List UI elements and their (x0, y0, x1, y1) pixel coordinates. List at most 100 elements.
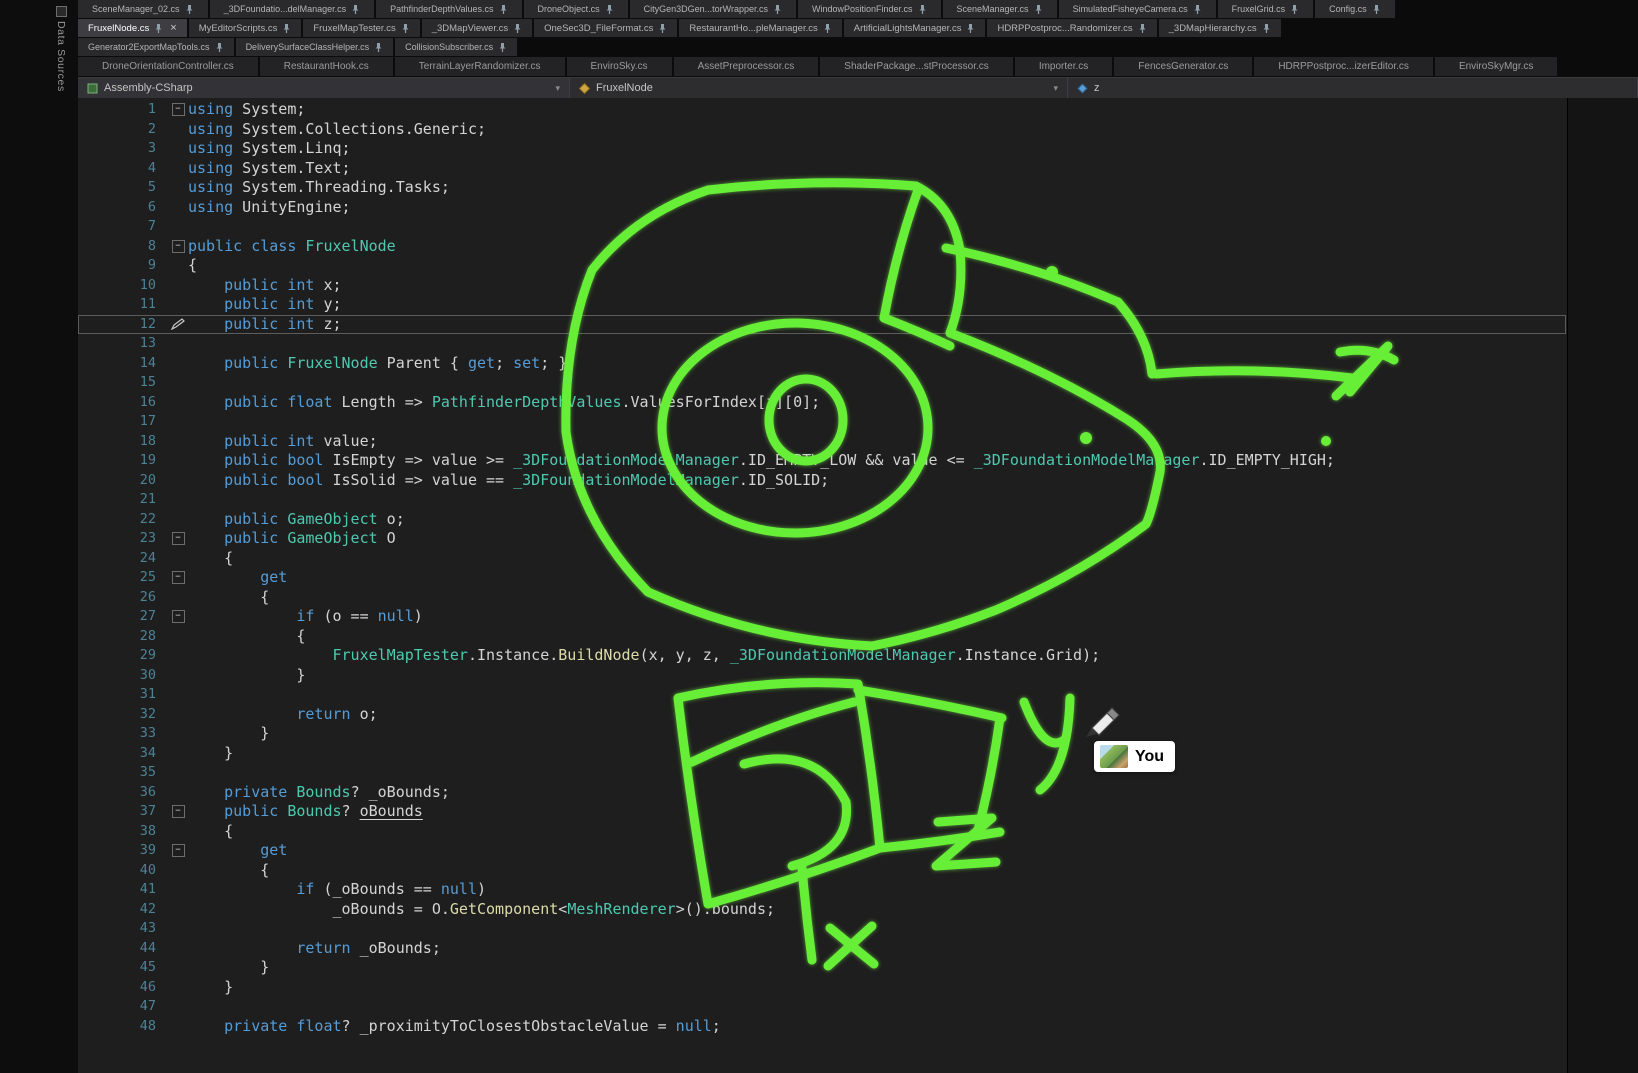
code-line[interactable]: 8−public class FruxelNode (78, 237, 1566, 257)
code-line[interactable]: 22 public GameObject o; (78, 510, 1566, 530)
type-dropdown[interactable]: FruxelNode ▾ (570, 78, 1068, 98)
code-line[interactable]: 18 public int value; (78, 432, 1566, 452)
code-line[interactable]: 23− public GameObject O (78, 529, 1566, 549)
code-line[interactable]: 9{ (78, 256, 1566, 276)
code-line[interactable]: 13 (78, 334, 1566, 354)
tab-shaderpackage-stprocessor-cs[interactable]: ShaderPackage...stProcessor.cs (820, 57, 1013, 76)
code-line[interactable]: 33 } (78, 724, 1566, 744)
tab-restaurantho-plemanager-cs[interactable]: RestaurantHo...pleManager.cs (679, 19, 841, 37)
code-line[interactable]: 39− get (78, 841, 1566, 861)
code-line[interactable]: 35 (78, 763, 1566, 783)
code-line[interactable]: 15 (78, 373, 1566, 393)
fold-marker[interactable]: − (168, 100, 188, 120)
code-line[interactable]: 19 public bool IsEmpty => value >= _3DFo… (78, 451, 1566, 471)
code-line[interactable]: 41 if (_oBounds == null) (78, 880, 1566, 900)
tab-hdrppostproc-izereditor-cs[interactable]: HDRPPostproc...izerEditor.cs (1254, 57, 1433, 76)
tab-scenemanager-cs[interactable]: SceneManager.cs (943, 0, 1057, 18)
code-line[interactable]: 16 public float Length => PathfinderDept… (78, 393, 1566, 413)
pin-icon[interactable] (966, 23, 975, 34)
tab-restauranthook-cs[interactable]: RestaurantHook.cs (260, 57, 393, 76)
code-line[interactable]: 21 (78, 490, 1566, 510)
pin-icon[interactable] (185, 4, 194, 15)
fold-marker[interactable]: − (168, 802, 188, 822)
code-line[interactable]: 48 private float? _proximityToClosestObs… (78, 1017, 1566, 1037)
pin-icon[interactable] (658, 23, 667, 34)
tab-fruxelnode-cs[interactable]: FruxelNode.cs× (78, 19, 187, 37)
tab-droneobject-cs[interactable]: DroneObject.cs (524, 0, 628, 18)
fold-marker[interactable]: − (168, 568, 188, 588)
code-line[interactable]: 17 (78, 412, 1566, 432)
code-line[interactable]: 28 { (78, 627, 1566, 647)
code-line[interactable]: 34 } (78, 744, 1566, 764)
tab-enviroskymgr-cs[interactable]: EnviroSkyMgr.cs (1435, 57, 1557, 76)
code-line[interactable]: 5using System.Threading.Tasks; (78, 178, 1566, 198)
fold-marker[interactable]: − (168, 237, 188, 257)
project-dropdown[interactable]: Assembly-CSharp ▾ (78, 78, 570, 98)
tab--3dmaphierarchy-cs[interactable]: _3DMapHierarchy.cs (1159, 19, 1281, 37)
code-line[interactable]: 24 { (78, 549, 1566, 569)
tab-importer-cs[interactable]: Importer.cs (1015, 57, 1112, 76)
code-line[interactable]: 31 (78, 685, 1566, 705)
pin-icon[interactable] (282, 23, 291, 34)
pin-icon[interactable] (1193, 4, 1202, 15)
code-line[interactable]: 14 public FruxelNode Parent { get; set; … (78, 354, 1566, 374)
tab-droneorientationcontroller-cs[interactable]: DroneOrientationController.cs (78, 57, 258, 76)
pin-icon[interactable] (1138, 23, 1147, 34)
code-line[interactable]: 43 (78, 919, 1566, 939)
code-line[interactable]: 30 } (78, 666, 1566, 686)
code-line[interactable]: 47 (78, 997, 1566, 1017)
code-line[interactable]: 36 private Bounds? _oBounds; (78, 783, 1566, 803)
pin-icon[interactable] (1262, 23, 1271, 34)
pin-icon[interactable] (1290, 4, 1299, 15)
pin-icon[interactable] (351, 4, 360, 15)
pin-icon[interactable] (215, 42, 224, 53)
code-line[interactable]: 20 public bool IsSolid => value == _3DFo… (78, 471, 1566, 491)
tab-windowpositionfinder-cs[interactable]: WindowPositionFinder.cs (798, 0, 941, 18)
code-line[interactable]: 10 public int x; (78, 276, 1566, 296)
tab-myeditorscripts-cs[interactable]: MyEditorScripts.cs (189, 19, 302, 37)
pin-icon[interactable] (823, 23, 832, 34)
code-line[interactable]: 32 return o; (78, 705, 1566, 725)
code-line[interactable]: 44 return _oBounds; (78, 939, 1566, 959)
tab-pathfinderdepthvalues-cs[interactable]: PathfinderDepthValues.cs (376, 0, 521, 18)
tab-fencesgenerator-cs[interactable]: FencesGenerator.cs (1114, 57, 1252, 76)
code-line[interactable]: 26 { (78, 588, 1566, 608)
code-line[interactable]: 29 FruxelMapTester.Instance.BuildNode(x,… (78, 646, 1566, 666)
tab-generator2exportmaptools-cs[interactable]: Generator2ExportMapTools.cs (78, 38, 234, 56)
pin-icon[interactable] (401, 23, 410, 34)
code-line[interactable]: 38 { (78, 822, 1566, 842)
tab-citygen3dgen-torwrapper-cs[interactable]: CityGen3DGen...torWrapper.cs (630, 0, 796, 18)
pin-icon[interactable] (499, 4, 508, 15)
pin-icon[interactable] (773, 4, 782, 15)
pin-icon[interactable] (513, 23, 522, 34)
tab-simulatedfisheyecamera-cs[interactable]: SimulatedFisheyeCamera.cs (1059, 0, 1216, 18)
code-line[interactable]: 37− public Bounds? oBounds (78, 802, 1566, 822)
tab--3dfoundatio-delmanager-cs[interactable]: _3DFoundatio...delManager.cs (210, 0, 375, 18)
tab-terrainlayerrandomizer-cs[interactable]: TerrainLayerRandomizer.cs (395, 57, 565, 76)
code-line[interactable]: 6using UnityEngine; (78, 198, 1566, 218)
member-dropdown[interactable]: z (1068, 78, 1638, 98)
tab-envirosky-cs[interactable]: EnviroSky.cs (567, 57, 672, 76)
close-icon[interactable]: × (170, 22, 176, 34)
code-line[interactable]: 12 public int z; (78, 315, 1566, 335)
tab-collisionsubscriber-cs[interactable]: CollisionSubscriber.cs (395, 38, 517, 56)
code-line[interactable]: 4using System.Text; (78, 159, 1566, 179)
tab-artificiallightsmanager-cs[interactable]: ArtificialLightsManager.cs (844, 19, 986, 37)
code-line[interactable]: 2using System.Collections.Generic; (78, 120, 1566, 140)
tab-config-cs[interactable]: Config.cs (1315, 0, 1395, 18)
pin-icon[interactable] (1372, 4, 1381, 15)
tab-hdrppostproc-randomizer-cs[interactable]: HDRPPostproc...Randomizer.cs (987, 19, 1156, 37)
code-line[interactable]: 40 { (78, 861, 1566, 881)
code-line[interactable]: 42 _oBounds = O.GetComponent<MeshRendere… (78, 900, 1566, 920)
pin-icon[interactable] (605, 4, 614, 15)
tab-onesec3d-fileformat-cs[interactable]: OneSec3D_FileFormat.cs (534, 19, 677, 37)
tab-fruxelgrid-cs[interactable]: FruxelGrid.cs (1218, 0, 1314, 18)
fold-marker[interactable]: − (168, 529, 188, 549)
tab-fruxelmaptester-cs[interactable]: FruxelMapTester.cs (303, 19, 419, 37)
pin-icon[interactable] (918, 4, 927, 15)
tab-assetpreprocessor-cs[interactable]: AssetPreprocessor.cs (674, 57, 819, 76)
tab--3dmapviewer-cs[interactable]: _3DMapViewer.cs (422, 19, 532, 37)
code-line[interactable]: 3using System.Linq; (78, 139, 1566, 159)
pin-icon[interactable] (498, 42, 507, 53)
code-line[interactable]: 46 } (78, 978, 1566, 998)
